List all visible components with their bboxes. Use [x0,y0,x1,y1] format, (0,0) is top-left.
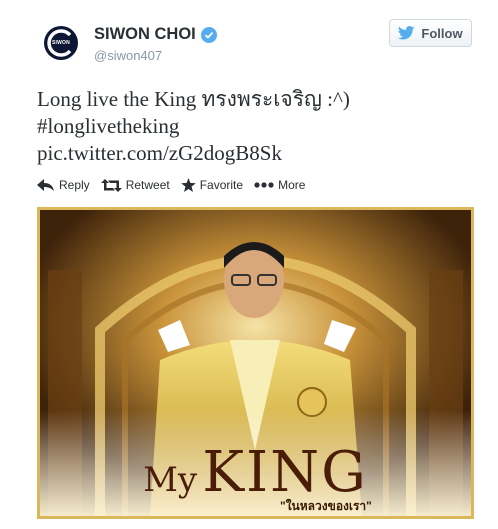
follow-label: Follow [421,25,463,41]
tweet-photo[interactable]: My KING "ในหลวงของเรา" [37,207,474,519]
star-icon [180,178,196,192]
tweet-text: Long live the King ทรงพระเจริญ :^) #long… [37,86,477,167]
hashtag-link[interactable]: #longlivetheking [37,113,477,140]
retweet-icon [100,178,122,192]
user-handle[interactable]: @siwon407 [94,48,162,63]
more-button[interactable]: More [254,178,305,192]
reply-icon [37,178,54,191]
verified-badge-icon [200,26,217,43]
pic-link[interactable]: pic.twitter.com/zG2dogB8Sk [37,140,477,167]
tweet-line-1: Long live the King ทรงพระเจริญ :^) [37,87,350,111]
follow-button[interactable]: Follow [389,19,472,47]
favorite-label: Favorite [199,178,244,192]
tweet-actions: Reply Retweet Favorite More [37,178,316,192]
favorite-button[interactable]: Favorite [180,178,244,192]
avatar-logo: SIWON [44,26,78,60]
display-name-text: SIWON CHOI [94,25,196,43]
display-name[interactable]: SIWON CHOI [94,25,217,44]
more-dots-icon [254,182,274,188]
retweet-button[interactable]: Retweet [100,178,170,192]
caption-subtitle: "ในหลวงของเรา" [280,499,372,513]
avatar[interactable]: SIWON [40,22,82,64]
retweet-label: Retweet [125,178,170,192]
more-label: More [278,178,306,192]
caption-my: My [143,460,198,500]
caption-king: KING [202,440,368,505]
logo-ring-icon [47,29,72,57]
reply-button[interactable]: Reply [37,178,90,192]
photo-caption: My KING [40,440,471,505]
twitter-bird-icon [398,26,416,40]
reply-label: Reply [59,178,90,192]
